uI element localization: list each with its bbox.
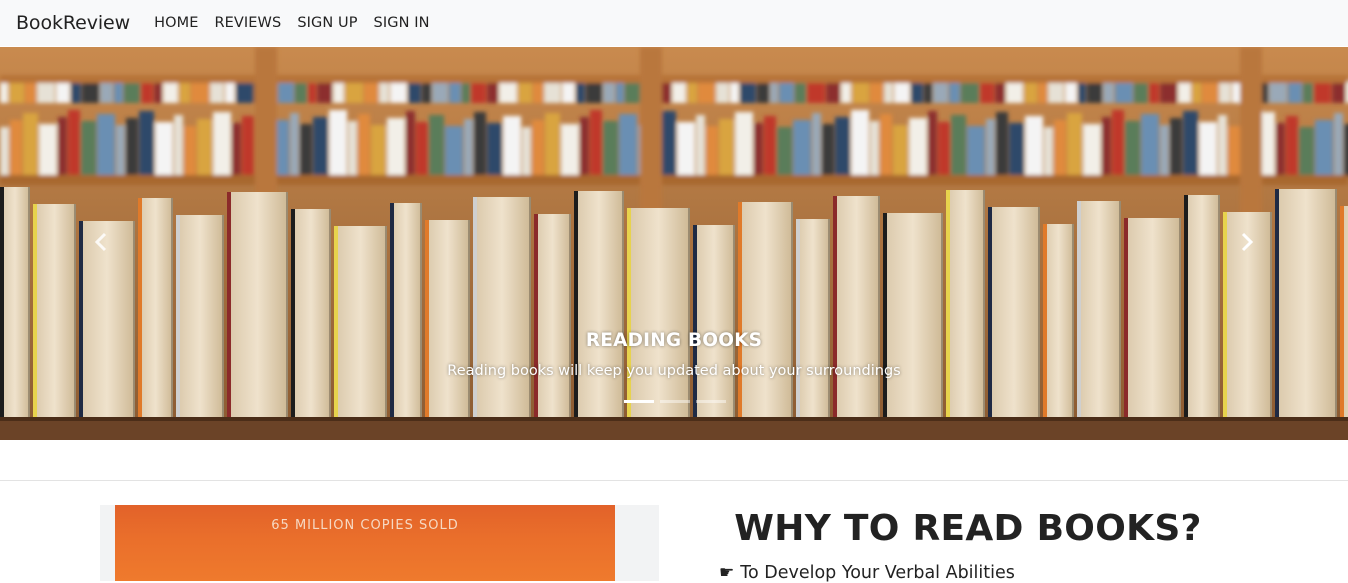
nav-link-sign-in[interactable]: SIGN IN <box>374 15 430 31</box>
section-divider <box>0 480 1348 481</box>
carousel-caption-text: Reading books will keep you updated abou… <box>447 363 901 379</box>
carousel-indicator[interactable] <box>696 400 726 403</box>
carousel-indicators <box>624 400 726 403</box>
chevron-right-icon <box>1241 232 1254 252</box>
nav-links: HOME REVIEWS SIGN UP SIGN IN <box>154 15 429 31</box>
why-item-text: To Develop Your Verbal Abilities <box>740 563 1015 583</box>
nav-link-home[interactable]: HOME <box>154 15 198 31</box>
carousel-caption-title: READING BOOKS <box>585 330 763 351</box>
nav-link-sign-up[interactable]: SIGN UP <box>297 15 357 31</box>
why-list-item: ☛ To Develop Your Verbal Abilities <box>719 563 1015 583</box>
book-cover-image <box>115 505 615 581</box>
bookshelf-image <box>0 47 1348 440</box>
navbar: BookReview HOME REVIEWS SIGN UP SIGN IN <box>0 0 1348 46</box>
chevron-left-icon <box>94 232 107 252</box>
carousel-next-button[interactable] <box>1232 227 1262 257</box>
brand-logo[interactable]: BookReview <box>16 12 130 34</box>
hero-carousel: READING BOOKS Reading books will keep yo… <box>0 47 1348 440</box>
why-section-title: WHY TO READ BOOKS? <box>734 508 1202 549</box>
carousel-prev-button[interactable] <box>86 227 116 257</box>
nav-link-reviews[interactable]: REVIEWS <box>214 15 281 31</box>
carousel-indicator[interactable] <box>660 400 690 403</box>
carousel-indicator[interactable] <box>624 400 654 403</box>
book-cover-text: 65 MILLION COPIES SOLD <box>271 518 459 533</box>
pointing-hand-icon: ☛ <box>719 563 735 583</box>
